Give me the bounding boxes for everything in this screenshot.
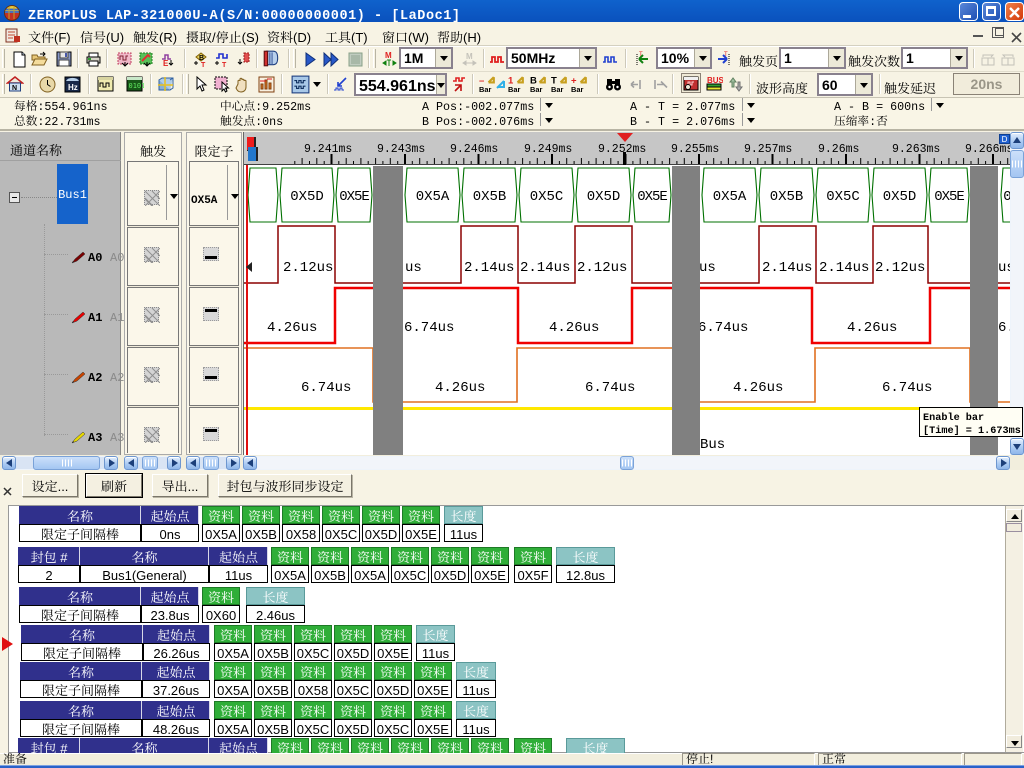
svg-text:T: T xyxy=(222,60,227,68)
svg-text:N: N xyxy=(12,83,17,93)
svg-text:E: E xyxy=(163,58,169,68)
svg-text:T: T xyxy=(724,51,728,58)
svg-text:Bar: Bar xyxy=(508,84,520,93)
svg-text:Bar: Bar xyxy=(571,84,583,93)
svg-text:Bar: Bar xyxy=(530,84,542,93)
svg-text:M: M xyxy=(466,51,473,62)
svg-text:Hz: Hz xyxy=(68,82,78,93)
svg-text:0101: 0101 xyxy=(129,82,145,90)
svg-text:T: T xyxy=(201,60,206,68)
svg-text:T: T xyxy=(639,51,643,58)
svg-text:Bar: Bar xyxy=(479,84,491,93)
svg-text:Bar: Bar xyxy=(551,84,563,93)
